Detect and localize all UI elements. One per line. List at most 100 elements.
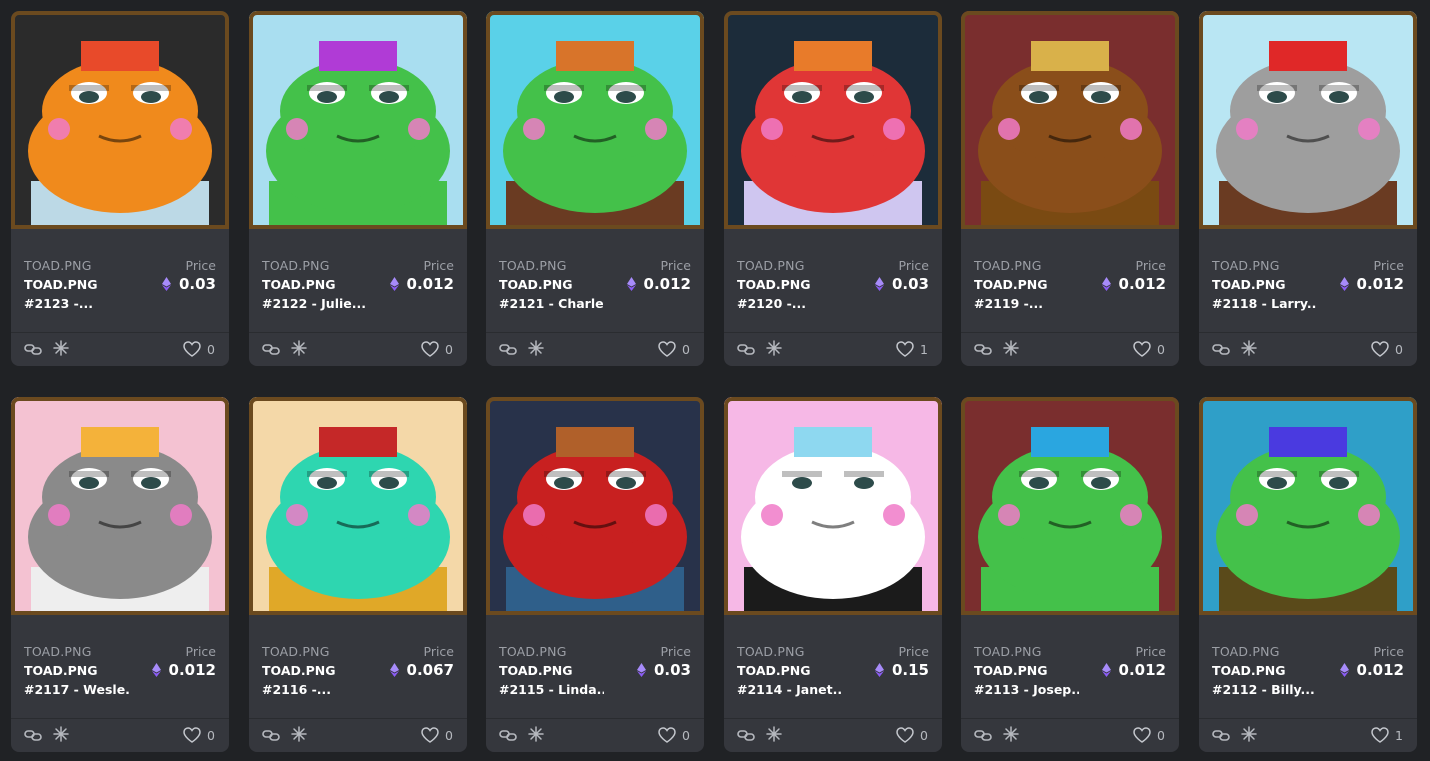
nft-subtitle[interactable]: #2121 - Charle... xyxy=(499,296,604,311)
nft-image[interactable] xyxy=(724,11,942,229)
nft-card[interactable]: TOAD.PNG Price TOAD.PNG #2113 - Josep...… xyxy=(961,397,1179,752)
nft-info[interactable]: TOAD.PNG Price TOAD.PNG #2122 - Julie...… xyxy=(249,229,467,317)
collection-name[interactable]: TOAD.PNG xyxy=(1212,258,1280,273)
link-icon[interactable] xyxy=(499,728,517,742)
nft-card[interactable]: TOAD.PNG Price TOAD.PNG #2119 -... 0.012 xyxy=(961,11,1179,366)
nft-subtitle[interactable]: #2120 -... xyxy=(737,296,842,311)
link-icon[interactable] xyxy=(1212,342,1230,356)
nft-subtitle[interactable]: #2112 - Billy... xyxy=(1212,682,1317,697)
snowflake-icon[interactable] xyxy=(53,726,69,742)
collection-name[interactable]: TOAD.PNG xyxy=(737,644,805,659)
collection-name[interactable]: TOAD.PNG xyxy=(974,258,1042,273)
collection-name[interactable]: TOAD.PNG xyxy=(499,258,567,273)
nft-info[interactable]: TOAD.PNG Price TOAD.PNG #2116 -... 0.067 xyxy=(249,615,467,703)
nft-card[interactable]: TOAD.PNG Price TOAD.PNG #2117 - Wesle...… xyxy=(11,397,229,752)
nft-title[interactable]: TOAD.PNG xyxy=(262,277,336,292)
nft-title[interactable]: TOAD.PNG xyxy=(1212,277,1286,292)
link-icon[interactable] xyxy=(24,342,42,356)
nft-card[interactable]: TOAD.PNG Price TOAD.PNG #2121 - Charle..… xyxy=(486,11,704,366)
nft-subtitle[interactable]: #2113 - Josep... xyxy=(974,682,1079,697)
like-button[interactable]: 0 xyxy=(896,727,928,743)
nft-card[interactable]: TOAD.PNG Price TOAD.PNG #2120 -... 0.03 xyxy=(724,11,942,366)
like-button[interactable]: 0 xyxy=(1371,341,1403,357)
snowflake-icon[interactable] xyxy=(1003,726,1019,742)
collection-name[interactable]: TOAD.PNG xyxy=(974,644,1042,659)
nft-subtitle[interactable]: #2115 - Linda... xyxy=(499,682,604,697)
snowflake-icon[interactable] xyxy=(766,340,782,356)
collection-name[interactable]: TOAD.PNG xyxy=(499,644,567,659)
nft-subtitle[interactable]: #2117 - Wesle... xyxy=(24,682,129,697)
nft-title[interactable]: TOAD.PNG xyxy=(974,663,1048,678)
nft-info[interactable]: TOAD.PNG Price TOAD.PNG #2119 -... 0.012 xyxy=(961,229,1179,317)
nft-image[interactable] xyxy=(486,397,704,615)
snowflake-icon[interactable] xyxy=(1241,726,1257,742)
nft-title[interactable]: TOAD.PNG xyxy=(499,277,573,292)
link-icon[interactable] xyxy=(737,728,755,742)
nft-title[interactable]: TOAD.PNG xyxy=(1212,663,1286,678)
link-icon[interactable] xyxy=(1212,728,1230,742)
link-icon[interactable] xyxy=(974,728,992,742)
nft-info[interactable]: TOAD.PNG Price TOAD.PNG #2118 - Larry...… xyxy=(1199,229,1417,317)
nft-title[interactable]: TOAD.PNG xyxy=(24,277,98,292)
nft-title[interactable]: TOAD.PNG xyxy=(737,277,811,292)
nft-subtitle[interactable]: #2119 -... xyxy=(974,296,1079,311)
snowflake-icon[interactable] xyxy=(528,340,544,356)
nft-title[interactable]: TOAD.PNG xyxy=(737,663,811,678)
nft-image[interactable] xyxy=(1199,397,1417,615)
nft-subtitle[interactable]: #2122 - Julie... xyxy=(262,296,367,311)
nft-image[interactable] xyxy=(11,11,229,229)
like-button[interactable]: 0 xyxy=(658,727,690,743)
snowflake-icon[interactable] xyxy=(291,726,307,742)
snowflake-icon[interactable] xyxy=(1003,340,1019,356)
nft-info[interactable]: TOAD.PNG Price TOAD.PNG #2117 - Wesle...… xyxy=(11,615,229,703)
like-button[interactable]: 0 xyxy=(658,341,690,357)
link-icon[interactable] xyxy=(262,342,280,356)
nft-image[interactable] xyxy=(1199,11,1417,229)
nft-card[interactable]: TOAD.PNG Price TOAD.PNG #2123 -... 0.03 xyxy=(11,11,229,366)
nft-info[interactable]: TOAD.PNG Price TOAD.PNG #2120 -... 0.03 xyxy=(724,229,942,317)
collection-name[interactable]: TOAD.PNG xyxy=(737,258,805,273)
nft-image[interactable] xyxy=(249,397,467,615)
snowflake-icon[interactable] xyxy=(766,726,782,742)
nft-card[interactable]: TOAD.PNG Price TOAD.PNG #2122 - Julie...… xyxy=(249,11,467,366)
nft-info[interactable]: TOAD.PNG Price TOAD.PNG #2115 - Linda...… xyxy=(486,615,704,703)
like-button[interactable]: 0 xyxy=(1133,341,1165,357)
collection-name[interactable]: TOAD.PNG xyxy=(262,258,330,273)
like-button[interactable]: 0 xyxy=(183,341,215,357)
nft-card[interactable]: TOAD.PNG Price TOAD.PNG #2116 -... 0.067 xyxy=(249,397,467,752)
collection-name[interactable]: TOAD.PNG xyxy=(1212,644,1280,659)
nft-image[interactable] xyxy=(724,397,942,615)
nft-title[interactable]: TOAD.PNG xyxy=(24,663,98,678)
like-button[interactable]: 1 xyxy=(1371,727,1403,743)
nft-subtitle[interactable]: #2118 - Larry... xyxy=(1212,296,1317,311)
like-button[interactable]: 0 xyxy=(183,727,215,743)
nft-info[interactable]: TOAD.PNG Price TOAD.PNG #2121 - Charle..… xyxy=(486,229,704,317)
like-button[interactable]: 0 xyxy=(1133,727,1165,743)
nft-title[interactable]: TOAD.PNG xyxy=(499,663,573,678)
like-button[interactable]: 0 xyxy=(421,341,453,357)
link-icon[interactable] xyxy=(262,728,280,742)
nft-info[interactable]: TOAD.PNG Price TOAD.PNG #2113 - Josep...… xyxy=(961,615,1179,703)
collection-name[interactable]: TOAD.PNG xyxy=(262,644,330,659)
snowflake-icon[interactable] xyxy=(291,340,307,356)
snowflake-icon[interactable] xyxy=(528,726,544,742)
snowflake-icon[interactable] xyxy=(53,340,69,356)
nft-info[interactable]: TOAD.PNG Price TOAD.PNG #2114 - Janet...… xyxy=(724,615,942,703)
nft-title[interactable]: TOAD.PNG xyxy=(262,663,336,678)
nft-title[interactable]: TOAD.PNG xyxy=(974,277,1048,292)
nft-subtitle[interactable]: #2123 -... xyxy=(24,296,129,311)
nft-info[interactable]: TOAD.PNG Price TOAD.PNG #2123 -... 0.03 xyxy=(11,229,229,317)
link-icon[interactable] xyxy=(974,342,992,356)
collection-name[interactable]: TOAD.PNG xyxy=(24,258,92,273)
link-icon[interactable] xyxy=(737,342,755,356)
nft-image[interactable] xyxy=(961,397,1179,615)
nft-info[interactable]: TOAD.PNG Price TOAD.PNG #2112 - Billy...… xyxy=(1199,615,1417,703)
snowflake-icon[interactable] xyxy=(1241,340,1257,356)
link-icon[interactable] xyxy=(499,342,517,356)
nft-image[interactable] xyxy=(486,11,704,229)
nft-card[interactable]: TOAD.PNG Price TOAD.PNG #2118 - Larry...… xyxy=(1199,11,1417,366)
collection-name[interactable]: TOAD.PNG xyxy=(24,644,92,659)
nft-image[interactable] xyxy=(249,11,467,229)
like-button[interactable]: 1 xyxy=(896,341,928,357)
nft-card[interactable]: TOAD.PNG Price TOAD.PNG #2112 - Billy...… xyxy=(1199,397,1417,752)
